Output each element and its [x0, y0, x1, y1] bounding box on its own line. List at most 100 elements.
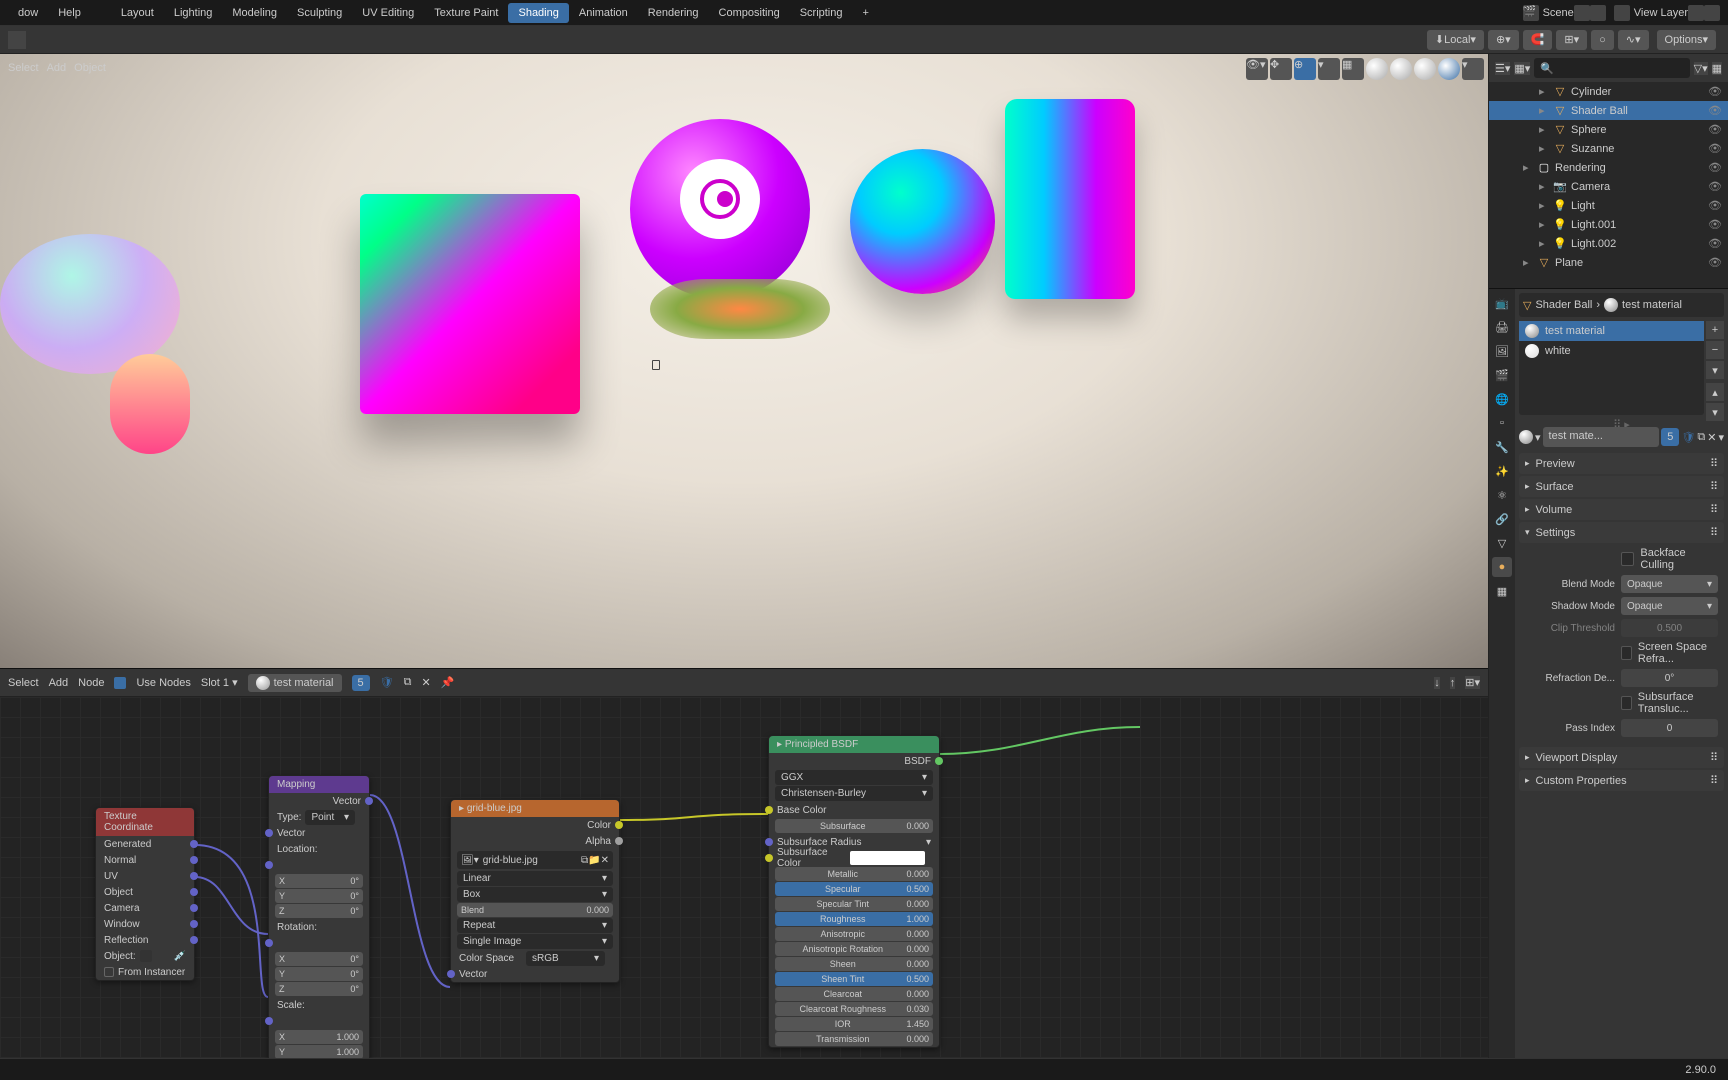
workspace-modeling[interactable]: Modeling [222, 3, 287, 23]
transmission-field[interactable]: Transmission0.000 [775, 1032, 933, 1046]
viewport-add-menu[interactable]: Add [47, 62, 67, 74]
expand-icon[interactable]: ▸ [1539, 237, 1549, 250]
extension-select[interactable]: Repeat▾ [457, 918, 613, 933]
outliner-item[interactable]: ▸💡Light.001👁 [1489, 215, 1728, 234]
scale-x[interactable]: X1.000 [275, 1030, 363, 1044]
expand-icon[interactable]: ▸ [1539, 123, 1549, 136]
type-select[interactable]: Point▾ [305, 810, 355, 825]
outliner-item[interactable]: ▸💡Light.002👁 [1489, 234, 1728, 253]
outliner-item[interactable]: ▸📷Camera👁 [1489, 177, 1728, 196]
workspace-rendering[interactable]: Rendering [638, 3, 709, 23]
image-name[interactable]: grid-blue.jpg [483, 855, 581, 866]
workspace-shading[interactable]: Shading [508, 3, 568, 23]
layer-copy-icon[interactable] [1688, 5, 1704, 21]
outliner-item[interactable]: ▸▽Suzanne👁 [1489, 139, 1728, 158]
visibility-icon[interactable]: 👁 [1708, 123, 1722, 136]
mapping-node[interactable]: Mapping Vector Type:Point▾ Vector Locati… [268, 775, 370, 1058]
overlay-down-icon[interactable]: ↓ [1434, 677, 1440, 689]
shield-icon[interactable]: 🛡 [380, 676, 394, 689]
world-tab-icon[interactable]: 🌐 [1492, 389, 1512, 409]
rotation-x[interactable]: X0° [275, 952, 363, 966]
workspace-animation[interactable]: Animation [569, 3, 638, 23]
outliner-type-icon[interactable]: ☰▾ [1495, 62, 1510, 75]
outliner-item[interactable]: ▸▽Shader Ball👁 [1489, 101, 1728, 120]
pin-icon[interactable]: 📌 [441, 676, 455, 689]
blend-mode-select[interactable]: Opaque▾ [1621, 575, 1718, 593]
snap-node-icon[interactable]: ⊞▾ [1465, 676, 1480, 689]
cube-object[interactable] [360, 194, 580, 414]
location-z[interactable]: Z0° [275, 904, 363, 918]
visibility-icon[interactable]: 👁 [1708, 218, 1722, 231]
expand-icon[interactable]: ▸ [1539, 199, 1549, 212]
view-layer-selector[interactable]: View Layer [1614, 5, 1688, 21]
clearcoat-field[interactable]: Clearcoat0.000 [775, 987, 933, 1001]
object-picker[interactable] [140, 950, 152, 962]
visibility-icon[interactable]: 👁 [1708, 161, 1722, 174]
shader-ball-object[interactable] [630, 119, 830, 359]
outliner-item[interactable]: ▸💡Light👁 [1489, 196, 1728, 215]
settings-panel-header[interactable]: ▾Settings⠿ [1519, 522, 1724, 543]
source-select[interactable]: Single Image▾ [457, 934, 613, 949]
visibility-icon[interactable]: 👁 [1708, 237, 1722, 250]
move-up-icon[interactable]: ▴ [1706, 383, 1724, 401]
expand-icon[interactable]: ▸ [1539, 142, 1549, 155]
visibility-icon[interactable]: 👁 [1708, 180, 1722, 193]
node-select-menu[interactable]: Select [8, 677, 39, 689]
scene-tab-icon[interactable]: 🎬 [1492, 365, 1512, 385]
overlay-up-icon[interactable]: ↑ [1450, 677, 1456, 689]
unlink-icon[interactable]: ✕ [1707, 431, 1716, 444]
viewport-select-menu[interactable]: Select [8, 62, 39, 74]
rotation-z[interactable]: Z0° [275, 982, 363, 996]
texture-tab-icon[interactable]: ▦ [1492, 581, 1512, 601]
pass-index-field[interactable]: 0 [1621, 719, 1718, 737]
scene-copy-icon[interactable] [1574, 5, 1590, 21]
material-users[interactable]: 5 [352, 675, 370, 691]
layer-close-icon[interactable] [1704, 5, 1720, 21]
location-y[interactable]: Y0° [275, 889, 363, 903]
material-slot-selector[interactable]: Slot 1 ▾ [201, 676, 238, 689]
proportional-toggle[interactable]: ○ [1591, 30, 1614, 50]
slot-specials-icon[interactable]: ▾ [1706, 361, 1724, 379]
visibility-icon[interactable]: 👁 [1708, 256, 1722, 269]
colorspace-select[interactable]: sRGB▾ [526, 951, 605, 966]
move-down-icon[interactable]: ▾ [1706, 403, 1724, 421]
physics-tab-icon[interactable]: ⚛ [1492, 485, 1512, 505]
editor-type-icon[interactable] [8, 31, 26, 49]
material-tab-icon[interactable]: ● [1492, 557, 1512, 577]
sphere-object[interactable] [850, 149, 995, 294]
particle-tab-icon[interactable]: ✨ [1492, 461, 1512, 481]
outliner-item[interactable]: ▸▽Sphere👁 [1489, 120, 1728, 139]
filter-icon[interactable]: ▽▾ [1694, 62, 1708, 75]
workspace-uv[interactable]: UV Editing [352, 3, 424, 23]
node-node-menu[interactable]: Node [78, 677, 104, 689]
modifier-tab-icon[interactable]: 🔧 [1492, 437, 1512, 457]
backface-checkbox[interactable] [1621, 552, 1634, 566]
material-name-input[interactable]: test mate... [1543, 427, 1660, 447]
sheen-tint-field[interactable]: Sheen Tint0.500 [775, 972, 933, 986]
workspace-sculpting[interactable]: Sculpting [287, 3, 352, 23]
projection-select[interactable]: Box▾ [457, 887, 613, 902]
workspace-layout[interactable]: Layout [111, 3, 164, 23]
distribution-select[interactable]: GGX▾ [775, 770, 933, 785]
copy-material-icon[interactable]: ⧉ [404, 676, 412, 689]
metallic-field[interactable]: Metallic0.000 [775, 867, 933, 881]
render-tab-icon[interactable]: 📺 [1492, 293, 1512, 313]
sheen-field[interactable]: Sheen0.000 [775, 957, 933, 971]
interpolation-select[interactable]: Linear▾ [457, 871, 613, 886]
material-users-button[interactable]: 5 [1661, 428, 1679, 446]
specular-tint-field[interactable]: Specular Tint0.000 [775, 897, 933, 911]
proportional-selector[interactable]: ∿▾ [1618, 30, 1649, 50]
blend-field[interactable]: Blend0.000 [457, 903, 613, 917]
shadow-mode-select[interactable]: Opaque▾ [1621, 597, 1718, 615]
principled-bsdf-node[interactable]: ▸ Principled BSDF BSDF GGX▾ Christensen-… [768, 735, 940, 1048]
roughness-field[interactable]: Roughness1.000 [775, 912, 933, 926]
remove-slot-icon[interactable]: − [1706, 341, 1724, 359]
dropdown-icon[interactable]: ▾ [1535, 431, 1541, 444]
scale-y[interactable]: Y1.000 [275, 1045, 363, 1058]
node-add-menu[interactable]: Add [49, 677, 69, 689]
subsurface-field[interactable]: Subsurface0.000 [775, 819, 933, 833]
unlink-icon[interactable]: ✕ [601, 855, 609, 866]
display-mode-icon[interactable]: ▦▾ [1514, 62, 1530, 75]
visibility-icon[interactable]: 👁 [1708, 142, 1722, 155]
subsurface-color-swatch[interactable] [850, 851, 925, 865]
